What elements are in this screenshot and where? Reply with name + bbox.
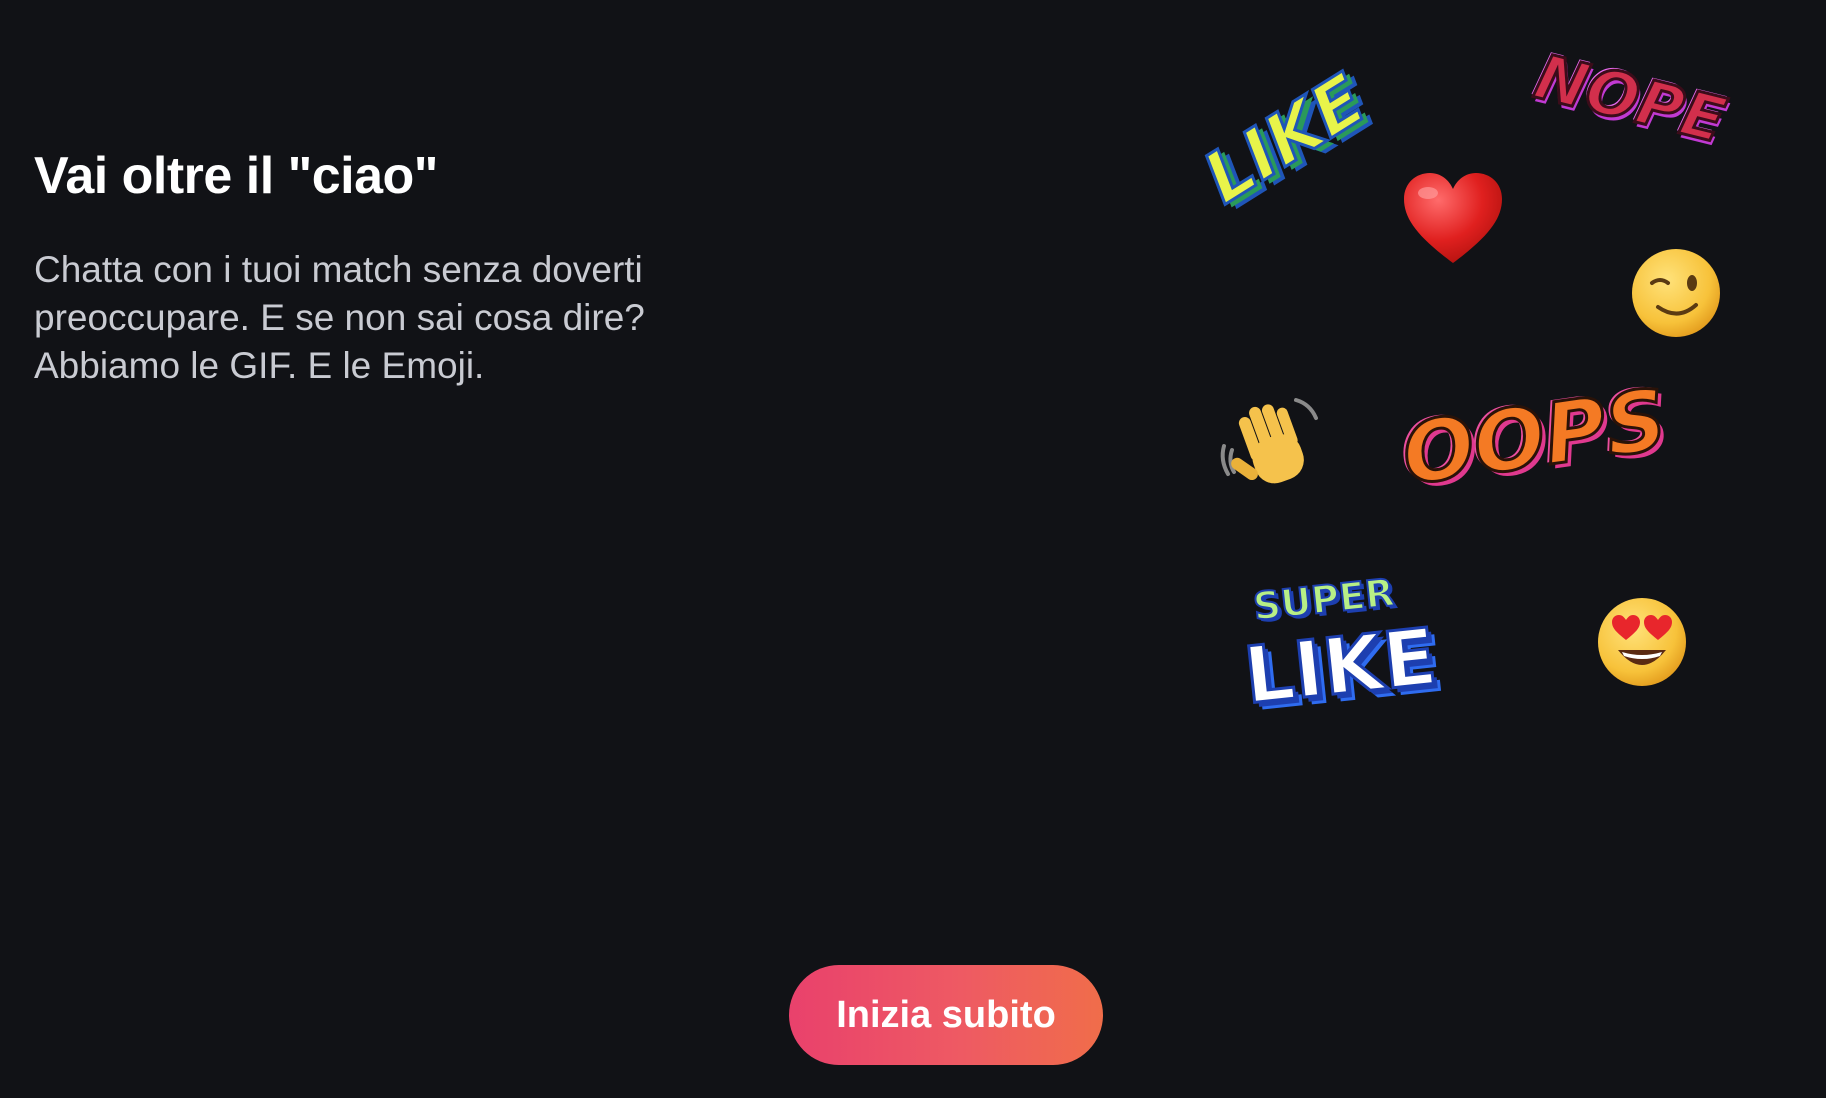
nope-sticker: NOPE: [1527, 30, 1738, 170]
description-line-2: preoccupare. E se non sai cosa dire?: [34, 297, 645, 338]
super-like-sticker-bottom-label: LIKE: [1239, 611, 1443, 724]
page-title: Vai oltre il "ciao": [34, 147, 438, 205]
like-sticker: LIKE: [1172, 57, 1382, 232]
waving-hand-icon: [1216, 390, 1326, 500]
description-line-1: Chatta con i tuoi match senza doverti: [34, 249, 643, 290]
super-like-sticker-frame: SUPER LIKE: [1227, 559, 1456, 731]
sticker-collage: LIKE NOPE OOPS SUPER LIKE: [1150, 0, 1826, 760]
heart-icon: [1398, 165, 1508, 275]
description-line-3: Abbiamo le GIF. E le Emoji.: [34, 345, 485, 386]
nope-sticker-label: NOPE: [1527, 38, 1734, 158]
heart-eyes-face-icon: [1594, 594, 1690, 690]
oops-sticker-label: OOPS: [1395, 369, 1674, 506]
start-now-button[interactable]: Inizia subito: [789, 965, 1103, 1065]
oops-sticker: OOPS: [1388, 369, 1674, 506]
chat-onboarding-screen: Vai oltre il "ciao" Chatta con i tuoi ma…: [0, 0, 1826, 1098]
like-sticker-label: LIKE: [1188, 57, 1381, 221]
page-description: Chatta con i tuoi match senza doverti pr…: [34, 246, 754, 390]
wink-face-icon: [1628, 245, 1724, 341]
super-like-sticker: SUPER LIKE: [1230, 560, 1460, 740]
